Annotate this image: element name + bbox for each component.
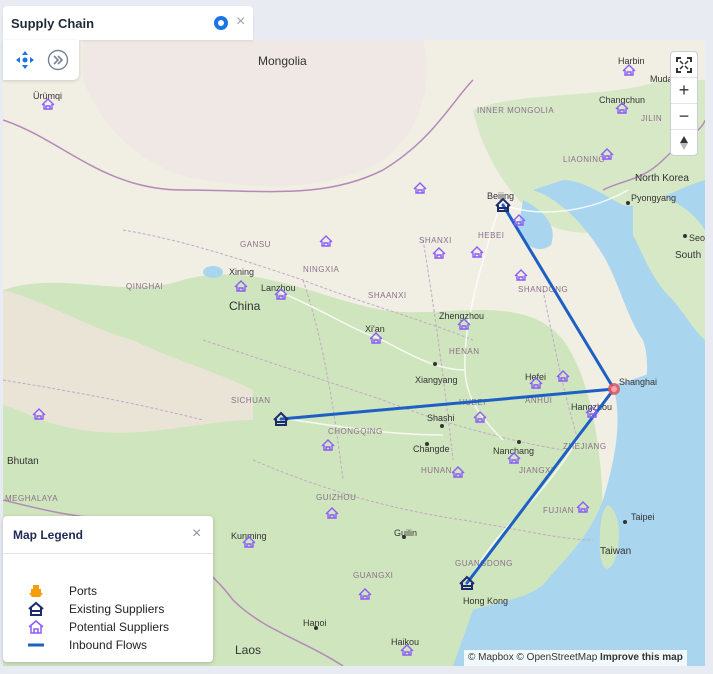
legend-label: Existing Suppliers (69, 602, 165, 616)
port-icon (29, 585, 43, 597)
city-label: Haikou (391, 637, 419, 647)
region-label: HENAN (449, 347, 480, 356)
legend-item-inbound-flows: Inbound Flows (27, 636, 207, 654)
potential-supplier-icon (28, 620, 44, 634)
region-label: SICHUAN (231, 396, 271, 405)
map-legend: Map Legend × Ports Existing Suppliers Po… (3, 516, 213, 662)
legend-item-existing-suppliers: Existing Suppliers (27, 600, 207, 618)
map-tools (3, 40, 79, 80)
city-label: Nanchang (493, 446, 534, 456)
fullscreen-button[interactable] (671, 52, 697, 77)
zoom-out-button[interactable]: − (671, 103, 697, 129)
close-legend-button[interactable]: × (192, 525, 201, 543)
region-label: SHANXI (419, 236, 452, 245)
fullscreen-icon (676, 56, 692, 73)
port-marker-shanghai (608, 383, 620, 395)
city-label: Hong Kong (463, 596, 508, 606)
region-label: CHONGQING (328, 427, 383, 436)
region-label: NINGXIA (303, 265, 340, 274)
osm-attribution-link[interactable]: © OpenStreetMap (517, 652, 598, 663)
city-label: Xiangyang (415, 375, 458, 385)
zoom-in-button[interactable]: + (671, 77, 697, 103)
country-label-china: China (229, 299, 261, 313)
region-label: HUNAN (421, 466, 452, 475)
country-label-bhutan: Bhutan (7, 456, 39, 467)
region-label: SHANDONG (518, 285, 568, 294)
city-label: Changde (413, 444, 450, 454)
country-label-laos: Laos (235, 643, 261, 657)
country-label-north-korea: North Korea (635, 173, 689, 184)
existing-supplier-icon (28, 601, 44, 616)
region-label: HEBEI (478, 231, 505, 240)
city-label: Shashi (427, 413, 455, 423)
city-label: Harbin (618, 56, 645, 66)
city-label: Xining (229, 267, 254, 277)
region-label: INNER MONGOLIA (477, 106, 554, 115)
country-label-taiwan: Taiwan (600, 546, 631, 557)
city-label: Taipei (631, 512, 655, 522)
region-label: FUJIAN (543, 506, 574, 515)
mapbox-attribution-link[interactable]: © Mapbox (468, 652, 514, 663)
move-arrows-icon[interactable] (14, 49, 36, 71)
map-attribution: © Mapbox © OpenStreetMap Improve this ma… (464, 650, 687, 666)
region-label: QINGHAI (126, 282, 163, 291)
legend-divider (3, 553, 213, 554)
region-label: MEGHALAYA (5, 494, 58, 503)
city-label: Shanghai (619, 377, 657, 387)
region-label: LIAONING (563, 155, 605, 164)
city-label: Xi'an (365, 324, 385, 334)
region-label: JILIN (641, 114, 662, 123)
compass-icon (680, 135, 688, 150)
city-label: Zhengzhou (439, 311, 484, 321)
region-label: GUANGXI (353, 571, 393, 580)
close-panel-button[interactable]: × (236, 13, 245, 31)
panel-title: Supply Chain (11, 16, 95, 31)
region-label: GUIZHOU (316, 493, 356, 502)
compass-button[interactable] (671, 129, 697, 155)
region-label: GANSU (240, 240, 271, 249)
legend-item-ports: Ports (27, 582, 207, 600)
improve-map-link[interactable]: Improve this map (600, 652, 683, 663)
city-label: Seoul (689, 233, 705, 243)
city-label: Beijing (487, 191, 514, 201)
city-label: Pyongyang (631, 193, 676, 203)
legend-title: Map Legend (13, 528, 84, 542)
region-label: SHAANXI (368, 291, 407, 300)
flow-line-icon (28, 643, 44, 647)
fast-forward-icon[interactable] (47, 49, 69, 71)
legend-label: Potential Suppliers (69, 620, 170, 634)
legend-item-potential-suppliers: Potential Suppliers (27, 618, 207, 636)
city-label: Hefei (525, 372, 546, 382)
country-label-south: South (675, 250, 701, 261)
city-label: Kunming (231, 531, 267, 541)
country-label-mongolia: Mongolia (258, 54, 307, 68)
legend-label: Inbound Flows (69, 638, 148, 652)
location-pin-icon[interactable] (214, 16, 228, 30)
qinghai-lake (203, 266, 223, 278)
legend-label: Ports (69, 584, 98, 598)
supply-chain-header: Supply Chain × (3, 6, 253, 40)
zoom-controls: + − (670, 51, 698, 156)
